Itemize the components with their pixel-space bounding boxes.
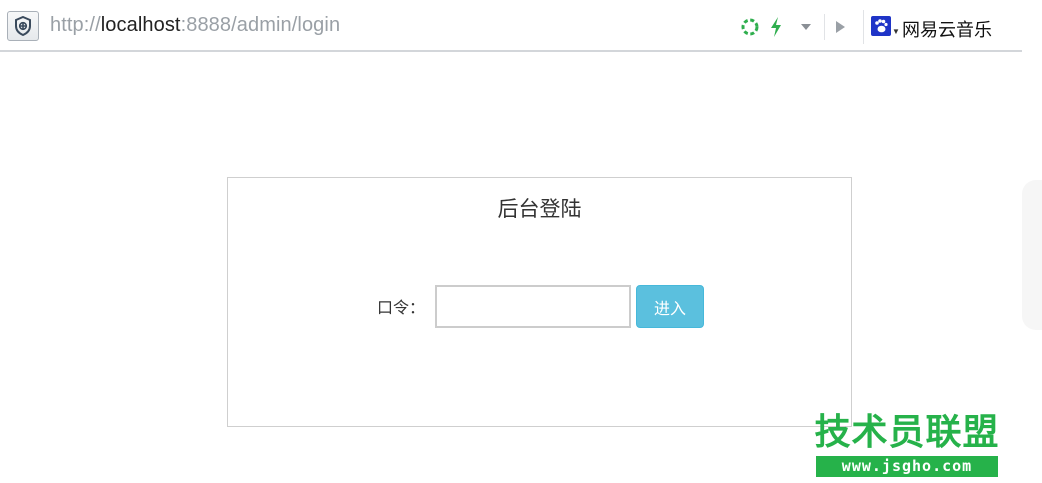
watermark-title: 技术员联盟 bbox=[814, 412, 1000, 453]
login-title: 后台登陆 bbox=[497, 198, 582, 221]
watermark-url: www.jsgho.com bbox=[816, 456, 998, 477]
address-bar[interactable]: http://localhost:8888/admin/login bbox=[50, 14, 340, 37]
login-panel: 后台登陆 口令： 进入 bbox=[227, 177, 852, 427]
shield-icon[interactable] bbox=[7, 11, 39, 41]
search-text[interactable]: 网易云音乐 bbox=[902, 16, 992, 42]
toolbar-divider bbox=[0, 50, 1022, 52]
enter-button[interactable]: 进入 bbox=[636, 285, 704, 328]
baidu-paw-icon[interactable] bbox=[871, 16, 891, 36]
edge-shade bbox=[1022, 180, 1042, 330]
search-box[interactable]: ▼ 网易云音乐 bbox=[863, 10, 1022, 44]
url-scheme: http:// bbox=[50, 14, 101, 36]
watermark-logo: 技术员联盟 www.jsgho.com bbox=[814, 413, 1000, 477]
url-host: localhost bbox=[100, 14, 181, 36]
play-icon[interactable] bbox=[830, 16, 850, 38]
browser-toolbar: http://localhost:8888/admin/login ▼ 网易云音… bbox=[0, 0, 1042, 52]
refresh-icon[interactable] bbox=[740, 16, 760, 38]
lightning-icon[interactable] bbox=[766, 16, 786, 38]
dropdown-icon[interactable] bbox=[796, 16, 816, 38]
url-path: :8888/admin/login bbox=[180, 14, 341, 36]
password-input[interactable] bbox=[435, 285, 631, 328]
password-label: 口令： bbox=[377, 300, 426, 317]
toolbar-separator bbox=[824, 14, 825, 40]
search-engine-caret-icon[interactable]: ▼ bbox=[892, 27, 900, 36]
